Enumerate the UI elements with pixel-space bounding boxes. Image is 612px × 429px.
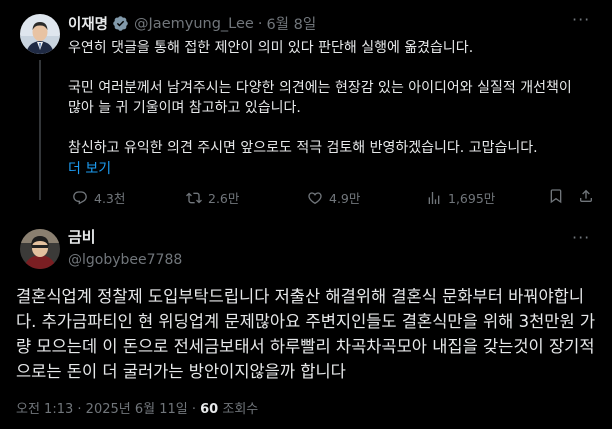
author-name[interactable]: 이재명 bbox=[68, 13, 108, 34]
post-body: 우연히 댓글을 통해 접한 제안이 의미 있다 판단해 실행에 옮겼습니다. 국… bbox=[68, 38, 588, 178]
post-paragraph: 참신하고 유익한 의견 주시면 앞으로도 적극 검토해 반영하겠습니다. 고맙습… bbox=[68, 140, 538, 156]
like-button[interactable]: 4.9만 bbox=[307, 188, 360, 207]
reply-time[interactable]: 오전 1:13 bbox=[16, 402, 73, 417]
reply-more-options-button[interactable]: ··· bbox=[572, 228, 590, 247]
post-date[interactable]: 6월 8일 bbox=[266, 13, 316, 34]
post-paragraph: 국민 여러분께서 남겨주시는 다양한 의견에는 현장감 있는 아이디어와 실질적… bbox=[68, 80, 572, 116]
separator-dot: · bbox=[257, 15, 263, 32]
reply-count: 4.3천 bbox=[94, 191, 126, 206]
reply-body: 결혼식업계 정찰제 도입부탁드립니다 저출산 해결위해 결혼식 문화부터 바꿔야… bbox=[16, 287, 596, 381]
post-paragraph: 우연히 댓글을 통해 접한 제안이 의미 있다 판단해 실행에 옮겼습니다. bbox=[68, 40, 474, 56]
reply-view-count: 60 bbox=[200, 402, 219, 417]
view-count: 1,695만 bbox=[448, 191, 496, 206]
like-count: 4.9만 bbox=[329, 191, 361, 206]
reply-author-handle[interactable]: @lgobybee7788 bbox=[68, 252, 182, 268]
repost-button[interactable]: 2.6만 bbox=[186, 188, 239, 207]
author-row: 이재명 @Jaemyung_Lee · 6월 8일 bbox=[68, 13, 316, 34]
reply-author-name[interactable]: 금비 bbox=[68, 226, 96, 247]
repost-count: 2.6만 bbox=[208, 191, 240, 206]
separator-dot: · bbox=[77, 402, 82, 417]
share-button[interactable] bbox=[578, 188, 600, 204]
reply-button[interactable]: 4.3천 bbox=[72, 188, 125, 207]
author-handle[interactable]: @Jaemyung_Lee bbox=[134, 16, 254, 32]
author-avatar[interactable] bbox=[20, 14, 60, 54]
share-icon bbox=[580, 189, 592, 202]
reply-avatar[interactable] bbox=[20, 229, 60, 269]
views-button[interactable]: 1,695만 bbox=[426, 188, 495, 207]
analytics-icon bbox=[428, 191, 440, 204]
separator-dot: · bbox=[191, 402, 196, 417]
repost-icon bbox=[186, 192, 202, 203]
heart-icon bbox=[308, 191, 322, 204]
comment-icon bbox=[73, 190, 87, 204]
thread-line bbox=[39, 60, 41, 200]
reply-view-label: 조회수 bbox=[222, 402, 259, 417]
bookmark-button[interactable] bbox=[548, 188, 570, 204]
post-actions: 4.3천 2.6만 4.9만 1,695만 bbox=[68, 188, 596, 208]
reply-date[interactable]: 2025년 6월 11일 bbox=[86, 402, 188, 417]
verified-badge-icon bbox=[112, 15, 129, 32]
more-options-button[interactable]: ··· bbox=[572, 10, 590, 29]
reply-meta: 오전 1:13 · 2025년 6월 11일 · 60 조회수 bbox=[16, 398, 258, 417]
show-more-link[interactable]: 더 보기 bbox=[68, 158, 111, 178]
bookmark-icon bbox=[550, 189, 562, 204]
